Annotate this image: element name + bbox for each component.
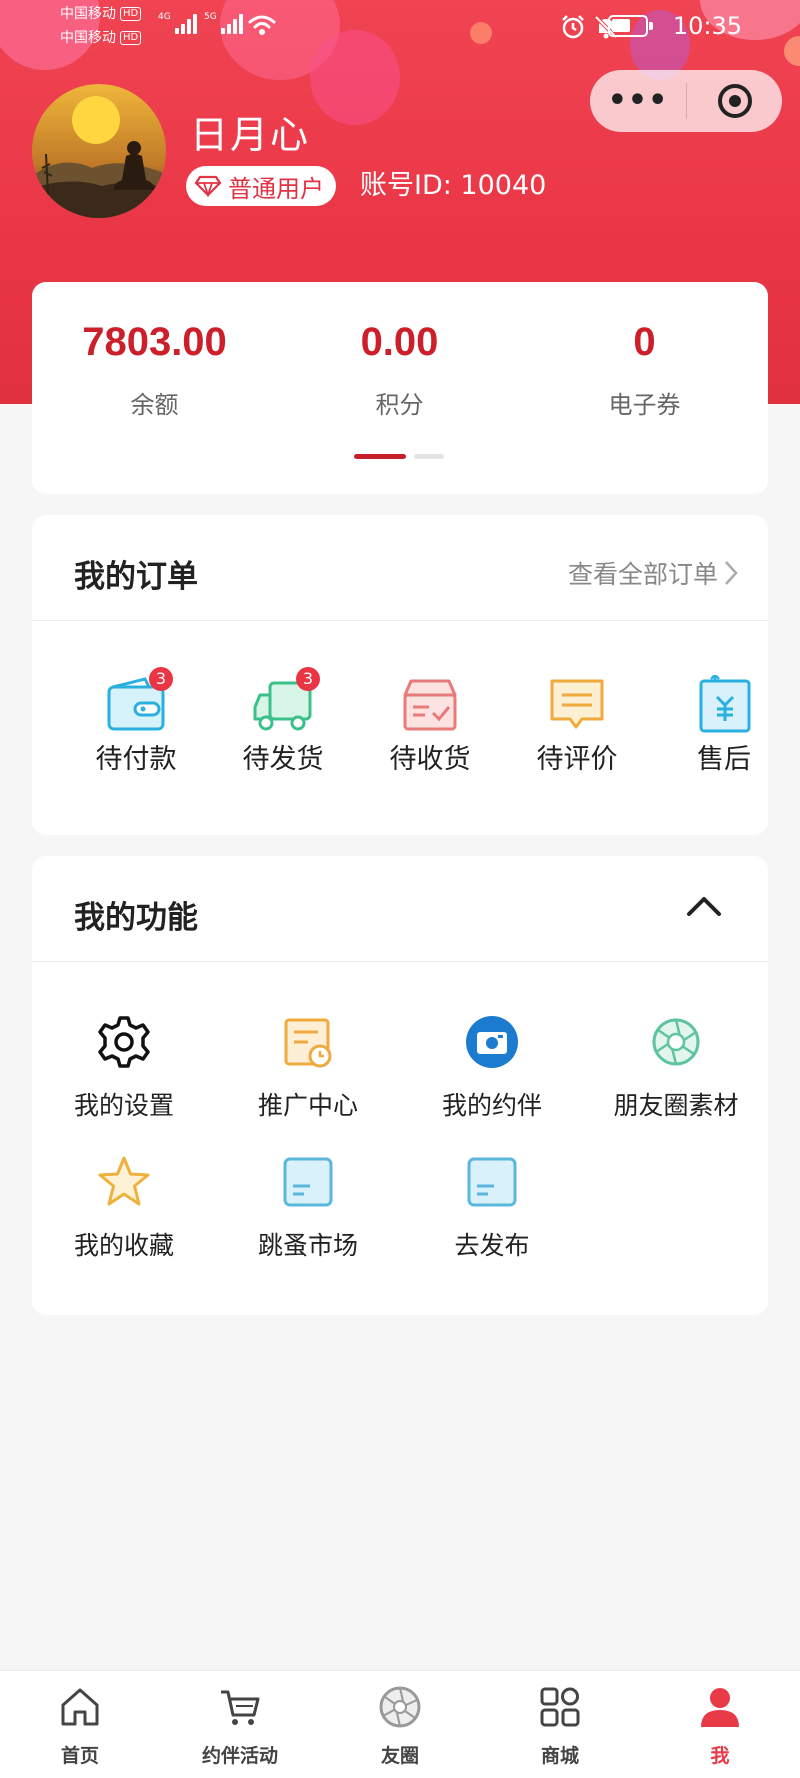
carrier-1: 中国移动 HD bbox=[60, 4, 142, 24]
refund-icon bbox=[693, 673, 755, 735]
tab-label: 友圈 bbox=[380, 1745, 419, 1767]
view-all-orders-link[interactable]: 查看全部订单 bbox=[568, 555, 738, 591]
home-icon bbox=[61, 1688, 99, 1726]
func-label: 朋友圈素材 bbox=[613, 1091, 739, 1120]
stat-balance[interactable]: 7803.00 余额 bbox=[32, 320, 277, 420]
order-pending-shipment[interactable]: 3 待发货 bbox=[209, 667, 357, 776]
stat-value: 0 bbox=[633, 320, 656, 364]
miniprogram-capsule: ••• bbox=[590, 70, 782, 132]
card-icon bbox=[467, 1157, 517, 1207]
order-pending-payment[interactable]: 3 待付款 bbox=[62, 667, 210, 776]
stat-label: 电子券 bbox=[608, 391, 681, 419]
clock: 10:35 bbox=[672, 12, 742, 40]
tab-label: 约伴活动 bbox=[201, 1745, 278, 1767]
tab-label: 商城 bbox=[540, 1745, 579, 1767]
diamond-icon bbox=[194, 175, 222, 198]
orders-title: 我的订单 bbox=[74, 559, 198, 595]
func-label: 我的收藏 bbox=[73, 1231, 174, 1260]
func-moments-material[interactable]: 朋友圈素材 bbox=[584, 1014, 768, 1122]
bottom-tab-bar: 首页 约伴活动 友圈 商城 我 bbox=[0, 1670, 800, 1778]
order-pending-review[interactable]: 待评价 bbox=[503, 675, 651, 776]
person-icon bbox=[701, 1688, 739, 1727]
func-label: 去发布 bbox=[454, 1231, 530, 1260]
badge-count: 3 bbox=[149, 667, 173, 691]
order-label: 售后 bbox=[697, 744, 751, 775]
grid-icon bbox=[540, 1687, 580, 1727]
order-label: 待收货 bbox=[389, 744, 471, 775]
battery-icon bbox=[608, 15, 653, 37]
balance-card: 7803.00 余额 0.00 积分 0 电子券 bbox=[32, 282, 768, 494]
carrier-2: 中国移动 HD bbox=[60, 28, 142, 48]
stat-label: 余额 bbox=[130, 391, 179, 419]
card-icon bbox=[283, 1157, 333, 1207]
func-flea-market[interactable]: 跳蚤市场 bbox=[216, 1154, 400, 1262]
orders-card: 我的订单 查看全部订单 3 待付款 3 待发货 待收货 待评价 售后 bbox=[32, 515, 768, 835]
star-icon bbox=[98, 1156, 150, 1206]
tab-friends-circle[interactable]: 友圈 bbox=[320, 1685, 480, 1768]
badge-count: 3 bbox=[296, 667, 320, 691]
aperture-icon bbox=[652, 1018, 700, 1066]
gear-icon bbox=[98, 1016, 150, 1068]
wifi-icon bbox=[248, 15, 276, 35]
func-favorites[interactable]: 我的收藏 bbox=[32, 1154, 216, 1262]
wallet-icon: 3 bbox=[105, 667, 173, 735]
page-indicator bbox=[354, 454, 444, 459]
order-pending-receipt[interactable]: 待收货 bbox=[356, 675, 504, 776]
member-level-badge: 普通用户 bbox=[186, 166, 336, 206]
order-after-sales[interactable]: 售后 bbox=[650, 673, 798, 776]
more-icon[interactable]: ••• bbox=[590, 86, 686, 116]
stat-label: 积分 bbox=[375, 391, 424, 419]
func-label: 推广中心 bbox=[257, 1091, 358, 1120]
tab-home[interactable]: 首页 bbox=[0, 1685, 160, 1768]
chevron-right-icon bbox=[725, 561, 738, 585]
account-id: 账号ID: 10040 bbox=[360, 170, 547, 201]
tab-me[interactable]: 我 bbox=[640, 1685, 800, 1768]
status-bar: 中国移动 HD 中国移动 HD 4G 5G 10:35 bbox=[0, 0, 800, 56]
func-label: 我的设置 bbox=[73, 1091, 174, 1120]
stat-value: 0.00 bbox=[360, 320, 439, 364]
tab-activities[interactable]: 约伴活动 bbox=[160, 1685, 320, 1768]
close-target-icon[interactable] bbox=[687, 84, 782, 118]
cart-icon bbox=[221, 1690, 260, 1725]
functions-title: 我的功能 bbox=[74, 900, 198, 936]
camera-icon bbox=[466, 1016, 518, 1068]
func-label: 我的约伴 bbox=[441, 1091, 542, 1120]
avatar[interactable] bbox=[32, 84, 166, 218]
signal-5g-icon: 5G bbox=[204, 12, 243, 34]
func-publish[interactable]: 去发布 bbox=[400, 1154, 584, 1262]
stat-value: 7803.00 bbox=[82, 320, 227, 364]
tab-label: 首页 bbox=[60, 1745, 99, 1767]
order-label: 待发货 bbox=[242, 744, 324, 775]
comment-icon bbox=[546, 675, 608, 735]
alarm-icon bbox=[562, 15, 584, 39]
functions-card: 我的功能 我的设置 推广中心 我的约伴 朋友圈素材 我的收藏 跳蚤市场 去发布 bbox=[32, 856, 768, 1315]
tab-label: 我 bbox=[710, 1745, 730, 1767]
func-settings[interactable]: 我的设置 bbox=[32, 1014, 216, 1122]
promo-doc-icon bbox=[284, 1018, 332, 1068]
truck-icon: 3 bbox=[252, 667, 320, 735]
order-label: 待评价 bbox=[536, 744, 618, 775]
order-label: 待付款 bbox=[95, 744, 177, 775]
func-promotion-center[interactable]: 推广中心 bbox=[216, 1014, 400, 1122]
stat-coupons[interactable]: 0 电子券 bbox=[522, 320, 767, 420]
chevron-up-icon[interactable] bbox=[686, 894, 722, 918]
tab-mall[interactable]: 商城 bbox=[480, 1685, 640, 1768]
func-my-companions[interactable]: 我的约伴 bbox=[400, 1014, 584, 1122]
stat-points[interactable]: 0.00 积分 bbox=[277, 320, 522, 420]
signal-4g-icon: 4G bbox=[158, 12, 197, 34]
aperture-icon bbox=[379, 1686, 421, 1728]
user-name: 日月心 bbox=[190, 113, 311, 157]
func-label: 跳蚤市场 bbox=[257, 1231, 358, 1260]
package-icon bbox=[399, 675, 461, 735]
